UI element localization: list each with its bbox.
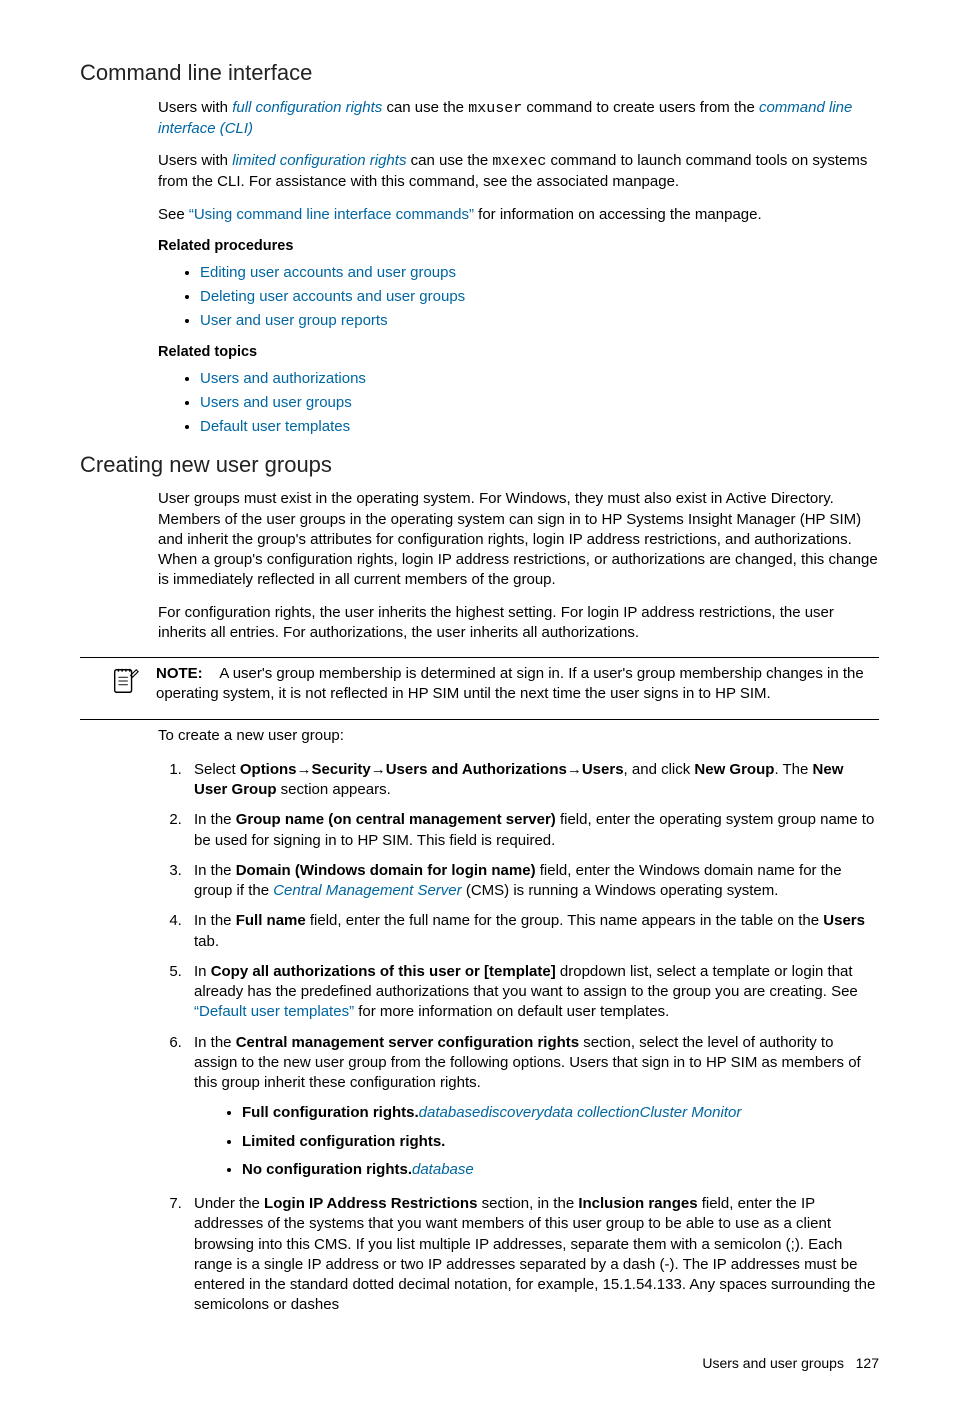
step-7: Under the Login IP Address Restrictions … (186, 1192, 879, 1324)
cli-content: Users with full configuration rights can… (158, 98, 879, 440)
groups-paragraph-2: For configuration rights, the user inher… (158, 603, 879, 644)
note-label: NOTE: (156, 665, 203, 682)
note-rule-bottom (80, 719, 879, 720)
steps-intro: To create a new user group: (158, 726, 879, 746)
list-item: User and user group reports (200, 309, 879, 333)
link-default-templates[interactable]: Default user templates (200, 418, 350, 435)
option-none: No configuration rights.database (242, 1156, 879, 1184)
step-1: Select Options→Security→Users and Author… (186, 758, 879, 809)
heading-cli: Command line interface (80, 58, 879, 88)
note-text: NOTE: A user's group membership is deter… (156, 664, 879, 705)
related-procedures-list: Editing user accounts and user groups De… (158, 261, 879, 334)
related-topics-list: Users and authorizations Users and user … (158, 367, 879, 440)
link-users-groups[interactable]: Users and user groups (200, 394, 352, 411)
step-2: In the Group name (on central management… (186, 808, 879, 859)
related-topics-heading: Related topics (158, 343, 879, 363)
link-default-user-templates[interactable]: “Default user templates” (194, 1003, 354, 1020)
step-4: In the Full name field, enter the full n… (186, 909, 879, 960)
cli-paragraph-3: See “Using command line interface comman… (158, 205, 879, 225)
cli-paragraph-2: Users with limited configuration rights … (158, 151, 879, 193)
option-limited: Limited configuration rights. (242, 1128, 879, 1156)
note-icon (110, 666, 140, 696)
step-6: In the Central management server configu… (186, 1031, 879, 1193)
related-procedures-heading: Related procedures (158, 237, 879, 257)
page-footer: Users and user groups 127 (80, 1354, 879, 1373)
cmd-mxexec: mxexec (492, 153, 546, 170)
link-full-config-rights[interactable]: full configuration rights (232, 99, 382, 116)
link-users-authorizations[interactable]: Users and authorizations (200, 370, 366, 387)
groups-paragraph-1: User groups must exist in the operating … (158, 489, 879, 590)
step-5: In Copy all authorizations of this user … (186, 960, 879, 1031)
link-using-cli-commands[interactable]: “Using command line interface commands” (189, 206, 474, 223)
groups-intro-block: User groups must exist in the operating … (158, 489, 879, 643)
link-limited-config-rights[interactable]: limited configuration rights (232, 152, 406, 169)
link-editing-users[interactable]: Editing user accounts and user groups (200, 264, 456, 281)
list-item: Users and authorizations (200, 367, 879, 391)
steps-block: To create a new user group: Select Optio… (158, 726, 879, 1324)
cli-paragraph-1: Users with full configuration rights can… (158, 98, 879, 140)
steps-list: Select Options→Security→Users and Author… (158, 758, 879, 1324)
config-rights-options: Full configuration rights.databasediscov… (194, 1099, 879, 1184)
list-item: Users and user groups (200, 391, 879, 415)
link-user-reports[interactable]: User and user group reports (200, 312, 388, 329)
note-rule-top (80, 657, 879, 658)
heading-creating-groups: Creating new user groups (80, 450, 879, 480)
step-3: In the Domain (Windows domain for login … (186, 859, 879, 910)
option-full: Full configuration rights.databasediscov… (242, 1099, 879, 1127)
link-deleting-users[interactable]: Deleting user accounts and user groups (200, 288, 465, 305)
cmd-mxuser: mxuser (468, 100, 522, 117)
list-item: Default user templates (200, 415, 879, 439)
list-item: Editing user accounts and user groups (200, 261, 879, 285)
link-cms[interactable]: Central Management Server (273, 882, 461, 899)
list-item: Deleting user accounts and user groups (200, 285, 879, 309)
